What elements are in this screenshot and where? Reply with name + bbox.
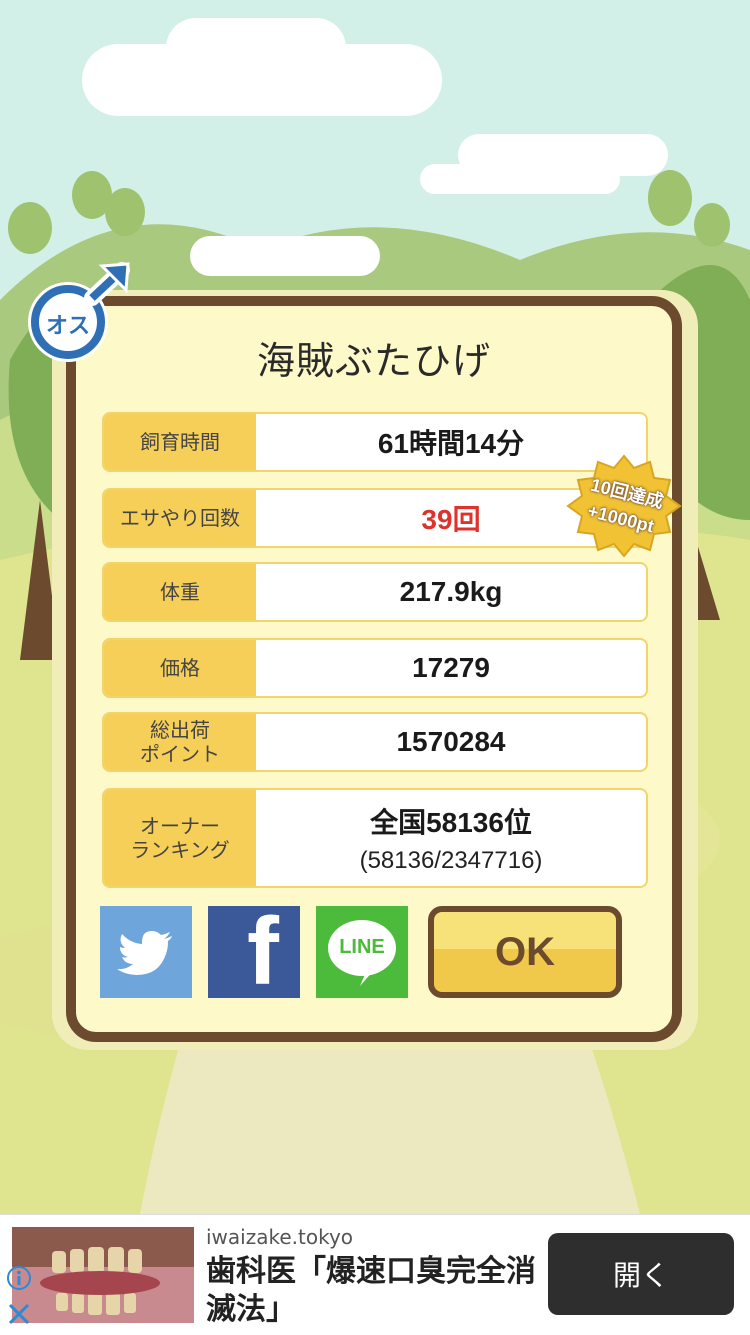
ad-domain: iwaizake.tokyo	[206, 1225, 354, 1249]
ranking-value: 全国58136位	[370, 807, 532, 838]
stat-value: 217.9kg	[399, 576, 503, 607]
stat-value: 1570284	[396, 726, 506, 757]
pet-name: 海賊ぶたひげ	[256, 339, 491, 383]
facebook-icon: f	[247, 898, 279, 1005]
ad-image[interactable]	[12, 1227, 194, 1323]
stat-label: エサやり回数	[104, 490, 256, 546]
twitter-bird-icon	[117, 931, 172, 975]
stat-row-price: 価格 17279	[102, 638, 648, 698]
achievement-badge: 10回達成 +1000pt	[566, 454, 682, 558]
stat-row-weight: 体重 217.9kg	[102, 562, 648, 622]
gender-label: オス	[45, 314, 90, 339]
stat-value: 全国58136位 (58136/2347716)	[256, 790, 646, 886]
stat-row-total-points: 総出荷 ポイント 1570284	[102, 712, 648, 772]
twitter-share-button[interactable]	[100, 906, 192, 998]
info-icon[interactable]	[6, 1265, 32, 1291]
stat-value: 17279	[412, 652, 490, 683]
stat-row-owner-ranking: オーナー ランキング 全国58136位 (58136/2347716)	[102, 788, 648, 888]
ok-button[interactable]: OK	[428, 906, 622, 998]
line-share-button[interactable]: LINE	[316, 906, 408, 998]
stat-label: 価格	[104, 640, 256, 696]
facebook-share-button[interactable]: f	[208, 898, 300, 1005]
line-label: LINE	[339, 936, 385, 958]
ranking-detail: (58136/2347716)	[359, 847, 543, 874]
stat-label: オーナー ランキング	[104, 790, 256, 886]
ad-open-button[interactable]: 開く	[548, 1233, 734, 1315]
ad-title[interactable]: 歯科医「爆速口臭完全消滅法」	[206, 1253, 536, 1329]
male-gender-icon: オス	[24, 258, 134, 366]
stat-label: 総出荷 ポイント	[104, 714, 256, 770]
stat-label: 飼育時間	[104, 414, 256, 470]
stat-label: 体重	[104, 564, 256, 620]
ad-banner[interactable]: iwaizake.tokyo 歯科医「爆速口臭完全消滅法」 開く	[0, 1214, 750, 1335]
close-icon[interactable]	[6, 1301, 32, 1327]
